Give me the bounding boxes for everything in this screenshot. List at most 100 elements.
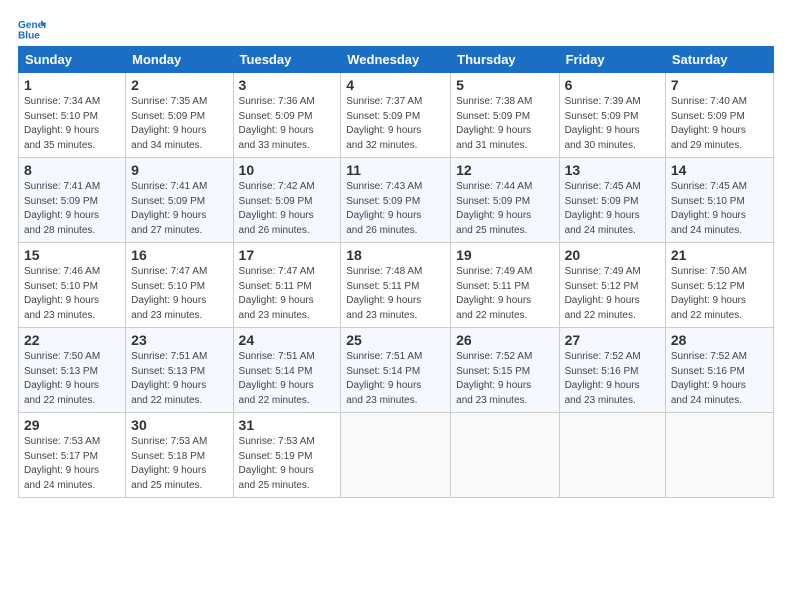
calendar-cell: 15 Sunrise: 7:46 AMSunset: 5:10 PMDayligh…: [19, 243, 126, 328]
day-number: 2: [131, 77, 227, 93]
day-number: 13: [565, 162, 660, 178]
calendar-cell: 10 Sunrise: 7:42 AMSunset: 5:09 PMDayligh…: [233, 158, 341, 243]
calendar-cell: 20Sunrise: 7:49 AMSunset: 5:12 PMDayligh…: [559, 243, 665, 328]
day-number: 22: [24, 332, 120, 348]
column-header-wednesday: Wednesday: [341, 47, 451, 73]
calendar-cell: 19 Sunrise: 7:49 AMSunset: 5:11 PMDayligh…: [451, 243, 559, 328]
calendar-cell: 11Sunrise: 7:43 AMSunset: 5:09 PMDayligh…: [341, 158, 451, 243]
calendar-cell: [559, 413, 665, 498]
day-detail: Sunrise: 7:37 AMSunset: 5:09 PMDaylight:…: [346, 95, 445, 153]
day-detail: Sunrise: 7:50 AMSunset: 5:13 PMDaylight:…: [24, 350, 120, 408]
calendar-cell: 6 Sunrise: 7:39 AMSunset: 5:09 PMDaylight…: [559, 73, 665, 158]
day-number: 5: [456, 77, 553, 93]
day-detail: Sunrise: 7:45 AMSunset: 5:09 PMDaylight:…: [565, 180, 660, 238]
calendar-cell: 3 Sunrise: 7:36 AMSunset: 5:09 PMDaylight…: [233, 73, 341, 158]
day-number: 23: [131, 332, 227, 348]
day-detail: Sunrise: 7:47 AMSunset: 5:10 PMDaylight:…: [131, 265, 227, 323]
day-detail: Sunrise: 7:39 AMSunset: 5:09 PMDaylight:…: [565, 95, 660, 153]
calendar-cell: 17 Sunrise: 7:47 AMSunset: 5:11 PMDayligh…: [233, 243, 341, 328]
calendar-cell: 14 Sunrise: 7:45 AMSunset: 5:10 PMDayligh…: [665, 158, 773, 243]
day-detail: Sunrise: 7:48 AMSunset: 5:11 PMDaylight:…: [346, 265, 445, 323]
day-number: 25: [346, 332, 445, 348]
column-header-monday: Monday: [126, 47, 233, 73]
day-number: 7: [671, 77, 768, 93]
day-detail: Sunrise: 7:38 AMSunset: 5:09 PMDaylight:…: [456, 95, 553, 153]
calendar-cell: 29 Sunrise: 7:53 AMSunset: 5:17 PMDayligh…: [19, 413, 126, 498]
calendar-cell: 2 Sunrise: 7:35 AMSunset: 5:09 PMDaylight…: [126, 73, 233, 158]
calendar-cell: 21 Sunrise: 7:50 AMSunset: 5:12 PMDayligh…: [665, 243, 773, 328]
calendar-cell: 9 Sunrise: 7:41 AMSunset: 5:09 PMDaylight…: [126, 158, 233, 243]
column-header-sunday: Sunday: [19, 47, 126, 73]
calendar-cell: 16 Sunrise: 7:47 AMSunset: 5:10 PMDayligh…: [126, 243, 233, 328]
calendar-cell: 31 Sunrise: 7:53 AMSunset: 5:19 PMDayligh…: [233, 413, 341, 498]
day-number: 8: [24, 162, 120, 178]
calendar-cell: 27Sunrise: 7:52 AMSunset: 5:16 PMDayligh…: [559, 328, 665, 413]
column-header-tuesday: Tuesday: [233, 47, 341, 73]
column-header-friday: Friday: [559, 47, 665, 73]
column-header-thursday: Thursday: [451, 47, 559, 73]
day-detail: Sunrise: 7:47 AMSunset: 5:11 PMDaylight:…: [239, 265, 336, 323]
day-detail: Sunrise: 7:53 AMSunset: 5:19 PMDaylight:…: [239, 435, 336, 493]
calendar-cell: 12 Sunrise: 7:44 AMSunset: 5:09 PMDayligh…: [451, 158, 559, 243]
day-number: 4: [346, 77, 445, 93]
day-detail: Sunrise: 7:52 AMSunset: 5:16 PMDaylight:…: [565, 350, 660, 408]
page-header: General Blue: [18, 18, 774, 40]
day-number: 11: [346, 162, 445, 178]
day-detail: Sunrise: 7:42 AMSunset: 5:09 PMDaylight:…: [239, 180, 336, 238]
calendar-cell: 13 Sunrise: 7:45 AMSunset: 5:09 PMDayligh…: [559, 158, 665, 243]
calendar-cell: 24 Sunrise: 7:51 AMSunset: 5:14 PMDayligh…: [233, 328, 341, 413]
day-detail: Sunrise: 7:36 AMSunset: 5:09 PMDaylight:…: [239, 95, 336, 153]
calendar-cell: 22 Sunrise: 7:50 AMSunset: 5:13 PMDayligh…: [19, 328, 126, 413]
day-number: 6: [565, 77, 660, 93]
calendar-cell: 30 Sunrise: 7:53 AMSunset: 5:18 PMDayligh…: [126, 413, 233, 498]
calendar-cell: 5 Sunrise: 7:38 AMSunset: 5:09 PMDaylight…: [451, 73, 559, 158]
day-detail: Sunrise: 7:49 AMSunset: 5:11 PMDaylight:…: [456, 265, 553, 323]
day-detail: Sunrise: 7:53 AMSunset: 5:18 PMDaylight:…: [131, 435, 227, 493]
calendar-cell: 4 Sunrise: 7:37 AMSunset: 5:09 PMDaylight…: [341, 73, 451, 158]
day-number: 3: [239, 77, 336, 93]
calendar-cell: 18 Sunrise: 7:48 AMSunset: 5:11 PMDayligh…: [341, 243, 451, 328]
day-number: 19: [456, 247, 553, 263]
day-detail: Sunrise: 7:46 AMSunset: 5:10 PMDaylight:…: [24, 265, 120, 323]
day-detail: Sunrise: 7:52 AMSunset: 5:15 PMDaylight:…: [456, 350, 553, 408]
day-detail: Sunrise: 7:53 AMSunset: 5:17 PMDaylight:…: [24, 435, 120, 493]
logo-icon: General Blue: [18, 18, 46, 40]
day-number: 14: [671, 162, 768, 178]
day-number: 21: [671, 247, 768, 263]
svg-text:Blue: Blue: [18, 30, 40, 40]
day-detail: Sunrise: 7:52 AMSunset: 5:16 PMDaylight:…: [671, 350, 768, 408]
day-detail: Sunrise: 7:41 AMSunset: 5:09 PMDaylight:…: [131, 180, 227, 238]
calendar-cell: [341, 413, 451, 498]
logo: General Blue: [18, 18, 50, 40]
day-number: 20: [565, 247, 660, 263]
day-number: 15: [24, 247, 120, 263]
day-number: 16: [131, 247, 227, 263]
day-detail: Sunrise: 7:51 AMSunset: 5:14 PMDaylight:…: [239, 350, 336, 408]
day-detail: Sunrise: 7:44 AMSunset: 5:09 PMDaylight:…: [456, 180, 553, 238]
day-number: 31: [239, 417, 336, 433]
day-detail: Sunrise: 7:41 AMSunset: 5:09 PMDaylight:…: [24, 180, 120, 238]
day-number: 9: [131, 162, 227, 178]
day-detail: Sunrise: 7:51 AMSunset: 5:14 PMDaylight:…: [346, 350, 445, 408]
day-detail: Sunrise: 7:45 AMSunset: 5:10 PMDaylight:…: [671, 180, 768, 238]
calendar-cell: 23 Sunrise: 7:51 AMSunset: 5:13 PMDayligh…: [126, 328, 233, 413]
calendar-cell: 8 Sunrise: 7:41 AMSunset: 5:09 PMDaylight…: [19, 158, 126, 243]
day-detail: Sunrise: 7:50 AMSunset: 5:12 PMDaylight:…: [671, 265, 768, 323]
calendar-table: SundayMondayTuesdayWednesdayThursdayFrid…: [18, 46, 774, 498]
day-number: 10: [239, 162, 336, 178]
day-number: 29: [24, 417, 120, 433]
day-number: 18: [346, 247, 445, 263]
day-number: 26: [456, 332, 553, 348]
column-header-saturday: Saturday: [665, 47, 773, 73]
day-detail: Sunrise: 7:34 AMSunset: 5:10 PMDaylight:…: [24, 95, 120, 153]
day-number: 30: [131, 417, 227, 433]
calendar-cell: 28Sunrise: 7:52 AMSunset: 5:16 PMDayligh…: [665, 328, 773, 413]
calendar-cell: 1Sunrise: 7:34 AMSunset: 5:10 PMDaylight…: [19, 73, 126, 158]
calendar-cell: [665, 413, 773, 498]
day-number: 24: [239, 332, 336, 348]
day-number: 12: [456, 162, 553, 178]
day-number: 17: [239, 247, 336, 263]
calendar-cell: 7Sunrise: 7:40 AMSunset: 5:09 PMDaylight…: [665, 73, 773, 158]
day-detail: Sunrise: 7:35 AMSunset: 5:09 PMDaylight:…: [131, 95, 227, 153]
day-detail: Sunrise: 7:51 AMSunset: 5:13 PMDaylight:…: [131, 350, 227, 408]
